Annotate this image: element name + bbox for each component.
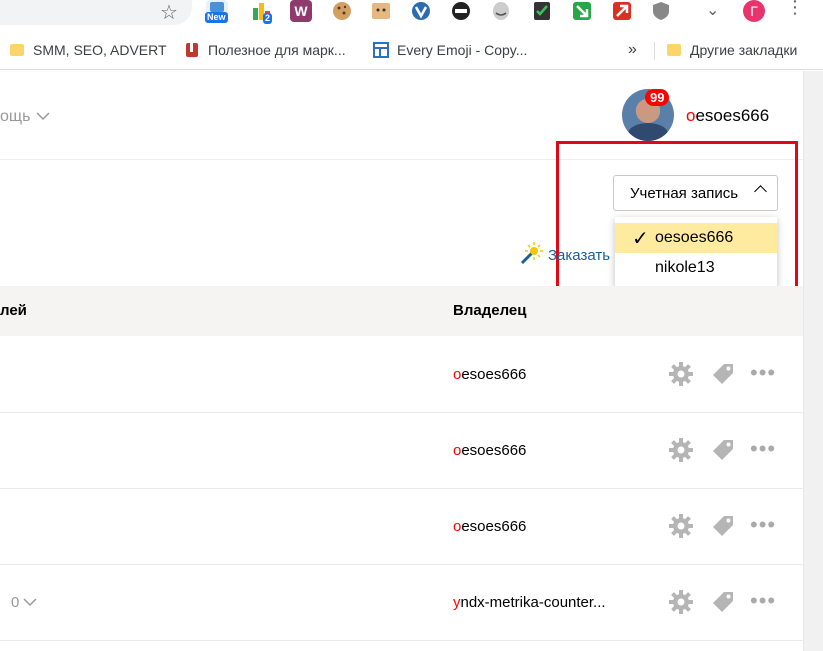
w-extension-icon[interactable]: W bbox=[290, 0, 312, 22]
v-extension-icon[interactable] bbox=[410, 0, 432, 22]
green-arrow-extension-icon[interactable] bbox=[571, 0, 593, 22]
extensions-overflow-icon[interactable]: ⌄ bbox=[706, 0, 719, 20]
bookmarks-bar: SMM, SEO, ADVERT Полезное для марк... Ev… bbox=[0, 32, 823, 70]
row-count: 0 bbox=[11, 594, 20, 611]
tag-icon[interactable] bbox=[710, 589, 736, 615]
account-option-label: nikole13 bbox=[655, 259, 715, 276]
checkmark-icon: ✓ bbox=[632, 226, 649, 250]
owner-rest: ndx-metrika-counter... bbox=[460, 594, 606, 611]
table-header: лей Владелец bbox=[0, 286, 803, 336]
checklist-extension-icon[interactable] bbox=[531, 0, 553, 22]
column-header-name[interactable]: лей bbox=[0, 302, 27, 319]
user-login[interactable]: oesoes666 bbox=[686, 106, 769, 126]
row-owner: oesoes666 bbox=[453, 366, 526, 383]
settings-gear-icon[interactable] bbox=[668, 437, 694, 463]
row-owner: oesoes666 bbox=[453, 442, 526, 459]
tag-icon[interactable] bbox=[710, 361, 736, 387]
account-option-oesoes666[interactable]: ✓ oesoes666 bbox=[615, 223, 777, 253]
shield-extension-icon[interactable] bbox=[650, 0, 672, 22]
more-options-icon[interactable]: ••• bbox=[750, 514, 776, 536]
chevron-down-icon bbox=[36, 108, 50, 126]
tag-icon[interactable] bbox=[710, 513, 736, 539]
owner-rest: esoes666 bbox=[461, 518, 527, 535]
row-count-dropdown[interactable]: 0 bbox=[11, 594, 37, 611]
new-badge: New bbox=[205, 12, 228, 23]
bookmark-label: Every Emoji - Copy... bbox=[397, 42, 528, 58]
owner-first-letter: y bbox=[453, 594, 461, 611]
page-content: ощь 99 oesoes666 Учетная запись ✓ oesoes… bbox=[0, 71, 803, 651]
owner-rest: esoes666 bbox=[461, 366, 527, 383]
more-options-icon[interactable]: ••• bbox=[750, 590, 776, 612]
folder-icon bbox=[667, 44, 681, 56]
account-dropdown-menu: ✓ oesoes666 nikole13 bbox=[615, 217, 777, 288]
new-extension-icon[interactable]: New bbox=[205, 0, 228, 23]
bookmark-smm[interactable]: SMM, SEO, ADVERT bbox=[10, 40, 167, 60]
more-options-icon[interactable]: ••• bbox=[750, 438, 776, 460]
column-header-owner[interactable]: Владелец bbox=[453, 302, 526, 319]
bookmark-red-icon bbox=[186, 43, 198, 57]
face-extension-icon[interactable] bbox=[370, 0, 392, 22]
bookmark-label: SMM, SEO, ADVERT bbox=[33, 42, 167, 58]
profile-avatar[interactable]: Г bbox=[743, 0, 765, 22]
bookmark-useful[interactable]: Полезное для марк... bbox=[184, 40, 346, 60]
page-scrollbar[interactable] bbox=[803, 71, 823, 651]
tag-icon[interactable] bbox=[710, 437, 736, 463]
chevron-down-icon bbox=[23, 594, 37, 611]
row-owner: oesoes666 bbox=[453, 518, 526, 535]
help-menu[interactable]: ощь bbox=[0, 108, 50, 126]
order-link[interactable]: Заказать bbox=[518, 241, 610, 267]
row-owner: yndx-metrika-counter... bbox=[453, 594, 606, 611]
account-option-nikole13[interactable]: nikole13 bbox=[615, 253, 777, 283]
folder-icon bbox=[10, 44, 24, 56]
settings-gear-icon[interactable] bbox=[668, 361, 694, 387]
analytics-extension-icon[interactable]: 2 bbox=[251, 0, 273, 24]
table-row: oesoes666 ••• bbox=[0, 489, 803, 565]
bookmarks-overflow[interactable]: » bbox=[628, 40, 637, 60]
order-link-label: Заказать bbox=[548, 247, 611, 264]
owner-rest: esoes666 bbox=[461, 442, 527, 459]
settings-gear-icon[interactable] bbox=[668, 589, 694, 615]
red-arrow-extension-icon[interactable] bbox=[611, 0, 633, 22]
browser-menu-icon[interactable]: ⋮ bbox=[786, 0, 804, 16]
table-row: oesoes666 ••• bbox=[0, 337, 803, 413]
window-blue-icon bbox=[373, 42, 389, 58]
browser-toolbar: ☆ New 2 W ⌄ Г ⋮ bbox=[0, 0, 823, 32]
bookmark-label: Другие закладки bbox=[690, 42, 798, 58]
bookmarks-divider bbox=[654, 42, 655, 60]
analytics-badge: 2 bbox=[263, 13, 273, 24]
chevron-up-icon bbox=[754, 185, 767, 198]
account-dropdown-button[interactable]: Учетная запись bbox=[613, 175, 778, 211]
help-label: ощь bbox=[0, 108, 31, 125]
mask-extension-icon[interactable] bbox=[490, 0, 512, 22]
notification-badge[interactable]: 99 bbox=[645, 89, 670, 106]
bookmark-other[interactable]: Другие закладки bbox=[667, 40, 797, 60]
more-options-icon[interactable]: ••• bbox=[750, 362, 776, 384]
table-row: 0 yndx-metrika-counter... ••• bbox=[0, 565, 803, 641]
login-rest: esoes666 bbox=[695, 106, 770, 125]
settings-gear-icon[interactable] bbox=[668, 513, 694, 539]
cookie-extension-icon[interactable] bbox=[331, 0, 353, 22]
magic-wand-icon bbox=[520, 242, 543, 265]
bookmark-star-icon[interactable]: ☆ bbox=[160, 0, 178, 24]
bookmark-every-emoji[interactable]: Every Emoji - Copy... bbox=[373, 40, 527, 60]
ninja-extension-icon[interactable] bbox=[450, 0, 472, 22]
table-row: oesoes666 ••• bbox=[0, 413, 803, 489]
account-option-label: oesoes666 bbox=[655, 229, 734, 246]
account-button-label: Учетная запись bbox=[630, 184, 739, 202]
bookmark-label: Полезное для марк... bbox=[208, 42, 346, 58]
